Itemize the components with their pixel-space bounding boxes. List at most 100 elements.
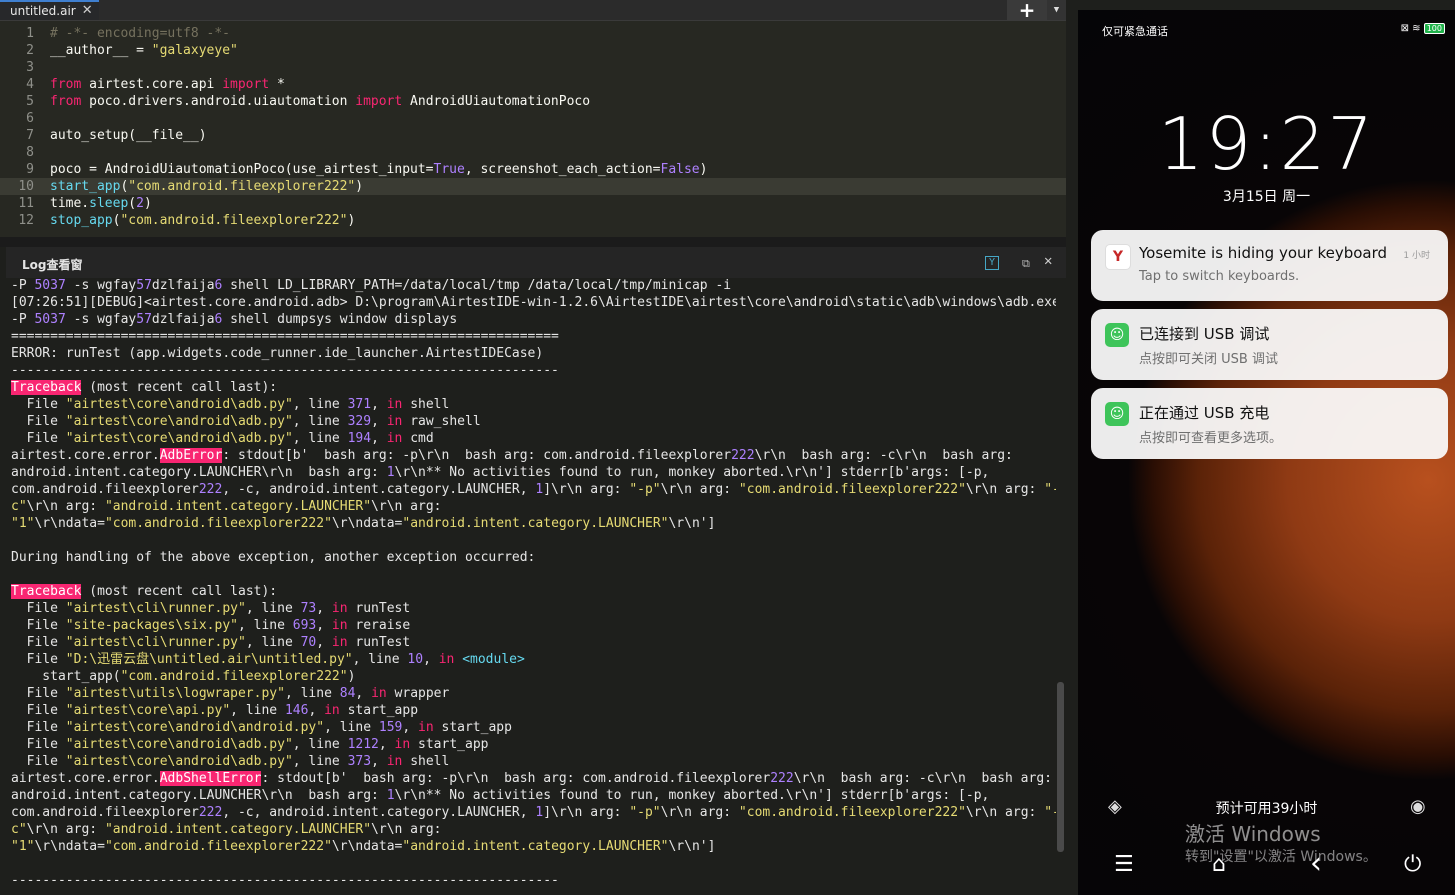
line-number: 5 bbox=[26, 94, 34, 109]
code-token: poco = AndroidUiautomationPoco(use_airte… bbox=[50, 162, 434, 177]
log-token: android.intent.category.LAUNCHER\r\n bas… bbox=[11, 465, 387, 480]
log-line: File "airtest\core\android\adb.py", line… bbox=[11, 430, 1056, 447]
log-token: 5037 bbox=[34, 312, 66, 327]
tab-untitled-air[interactable]: untitled.air ✕ bbox=[0, 0, 99, 20]
log-token: File bbox=[11, 652, 66, 667]
log-scrollbar[interactable] bbox=[1057, 682, 1064, 852]
yosemite-icon: Y bbox=[1105, 244, 1131, 270]
code-token: stop_app bbox=[50, 213, 113, 228]
code-line[interactable]: 8 bbox=[0, 144, 1066, 161]
log-token: 222 bbox=[731, 448, 755, 463]
lock-date: 3月15日 周一 bbox=[1222, 189, 1311, 205]
code-line[interactable]: 1 # -*- encoding=utf8 -*- bbox=[0, 25, 1066, 42]
line-number: 6 bbox=[26, 111, 34, 126]
log-line: File "airtest\core\api.py", line 146, in… bbox=[11, 702, 1056, 719]
code-token: from bbox=[50, 94, 82, 109]
log-line: File "airtest\core\android\adb.py", line… bbox=[11, 753, 1056, 770]
log-token: \r\n arg: bbox=[26, 822, 105, 837]
log-token: "1" bbox=[11, 516, 35, 531]
log-token: , bbox=[371, 397, 387, 412]
log-token: in bbox=[331, 618, 348, 633]
code-line[interactable]: 9 poco = AndroidUiautomationPoco(use_airt… bbox=[0, 161, 1066, 178]
log-token: , bbox=[371, 754, 387, 769]
log-token: <module> bbox=[462, 652, 525, 667]
code-line[interactable]: 3 bbox=[0, 59, 1066, 76]
code-line[interactable]: 10 start_app("com.android.fileexplorer222… bbox=[0, 178, 1066, 195]
log-token: "com.android.fileexplorer222" bbox=[120, 669, 348, 684]
code-line[interactable]: 6 bbox=[0, 110, 1066, 127]
tab-close-icon[interactable]: ✕ bbox=[82, 2, 93, 20]
log-line: android.intent.category.LAUNCHER\r\n bas… bbox=[11, 787, 1056, 804]
log-token: airtest.core.error. bbox=[11, 448, 160, 463]
log-token: , line bbox=[230, 703, 285, 718]
log-token: in bbox=[394, 737, 411, 752]
log-line: File "airtest\cli\runner.py", line 73, i… bbox=[11, 600, 1056, 617]
panel-divider[interactable] bbox=[0, 237, 1066, 247]
log-token: AdbShellError bbox=[159, 771, 262, 786]
log-token: "site-packages\six.py" bbox=[65, 618, 238, 633]
code-editor[interactable]: 1 # -*- encoding=utf8 -*- 2 __author__ = "g… bbox=[0, 21, 1066, 237]
log-line: File "airtest\core\android\adb.py", line… bbox=[11, 736, 1056, 753]
close-icon[interactable]: ✕ bbox=[1044, 253, 1052, 269]
notification-usb-charging[interactable]: ☺ 正在通过 USB 充电 点按即可查看更多选项。 bbox=[1091, 388, 1448, 459]
log-token: runTest bbox=[347, 635, 411, 650]
log-token: "D:\迅雷云盘\untitled.air\untitled.py" bbox=[65, 652, 353, 667]
log-token: File bbox=[11, 737, 66, 752]
log-token: : stdout[b' bash arg: -p\r\n bash arg: c… bbox=[261, 771, 771, 786]
log-token: , bbox=[355, 686, 372, 701]
log-token: 693 bbox=[292, 618, 317, 633]
notification-usb-debug[interactable]: ☺ 已连接到 USB 调试 点按即可关闭 USB 调试 bbox=[1091, 309, 1448, 380]
code-line[interactable]: 4 from airtest.core.api import * bbox=[0, 76, 1066, 93]
camera-icon[interactable]: ◉ bbox=[1410, 796, 1426, 817]
lock-clock: 19:27 bbox=[1157, 102, 1376, 186]
log-token: \r\n bash arg: -c\r\n bash arg: bbox=[754, 448, 1013, 463]
code-line[interactable]: 7 auto_setup(__file__) bbox=[0, 127, 1066, 144]
chevron-down-icon[interactable]: ▼ bbox=[1047, 0, 1066, 20]
log-token: , line bbox=[237, 618, 293, 633]
menu-icon[interactable]: ☰ bbox=[1114, 852, 1134, 877]
log-token: , bbox=[316, 635, 332, 650]
back-icon[interactable]: ‹ bbox=[1310, 846, 1322, 881]
restore-icon[interactable]: ⧉ bbox=[1022, 257, 1030, 271]
log-token: 371 bbox=[347, 397, 372, 412]
log-line: airtest.core.error.AdbError: stdout[b' b… bbox=[11, 447, 1056, 464]
android-icon: ☺ bbox=[1105, 323, 1129, 347]
log-line: File "airtest\core\android\adb.py", line… bbox=[11, 413, 1056, 430]
log-line: ----------------------------------------… bbox=[11, 362, 1056, 379]
notification-yosemite[interactable]: Y Yosemite is hiding your keyboard Tap t… bbox=[1091, 230, 1448, 301]
add-icon[interactable]: + bbox=[1007, 0, 1047, 20]
code-line[interactable]: 12 stop_app("com.android.fileexplorer222"… bbox=[0, 212, 1066, 229]
code-line[interactable]: 2 __author__ = "galaxyeye" bbox=[0, 42, 1066, 59]
navigation-bar: ☰ ⌂ ‹ ⏻ bbox=[1078, 844, 1455, 895]
log-token: , bbox=[316, 601, 332, 616]
log-token: \r\n'] bbox=[668, 516, 716, 531]
log-token: "1" bbox=[11, 839, 35, 854]
log-token: reraise bbox=[347, 618, 411, 633]
log-token: "airtest\core\api.py" bbox=[65, 703, 231, 718]
log-line: File "airtest\utils\logwraper.py", line … bbox=[11, 685, 1056, 702]
log-token: ========================================… bbox=[11, 329, 559, 344]
log-token: c" bbox=[11, 822, 27, 837]
filter-icon[interactable]: Y bbox=[985, 256, 999, 270]
log-output[interactable]: -P 5037 -s wgfay57dzlfaija6 shell LD_LIB… bbox=[11, 277, 1056, 895]
log-token: \r\n arg: bbox=[26, 499, 105, 514]
log-line: File "airtest\core\android\android.py", … bbox=[11, 719, 1056, 736]
device-screen[interactable]: 仅可紧急通话 ⊠ ≋ 100 19:27 3月15日 周一 Y Yosemite… bbox=[1078, 10, 1455, 895]
android-icon: ☺ bbox=[1105, 402, 1129, 426]
notification-title: 正在通过 USB 充电 bbox=[1139, 404, 1270, 422]
power-icon[interactable]: ⏻ bbox=[1404, 852, 1421, 877]
code-line[interactable]: 11 time.sleep(2) bbox=[0, 195, 1066, 212]
home-icon[interactable]: ⌂ bbox=[1212, 852, 1226, 877]
code-token: ) bbox=[699, 162, 708, 177]
log-token: \r\ndata= bbox=[331, 516, 403, 531]
code-token: from bbox=[50, 77, 82, 92]
log-token: shell dumpsys window displays bbox=[222, 312, 458, 327]
code-token: "com.android.fileexplorer222" bbox=[128, 179, 356, 194]
log-token: "airtest\core\android\adb.py" bbox=[65, 397, 293, 412]
log-token: , line bbox=[292, 397, 348, 412]
code-line[interactable]: 5 from poco.drivers.android.uiautomation … bbox=[0, 93, 1066, 110]
log-token: -P bbox=[11, 278, 35, 293]
log-line: File "airtest\cli\runner.py", line 70, i… bbox=[11, 634, 1056, 651]
log-token: \r\n arg: bbox=[965, 805, 1045, 820]
